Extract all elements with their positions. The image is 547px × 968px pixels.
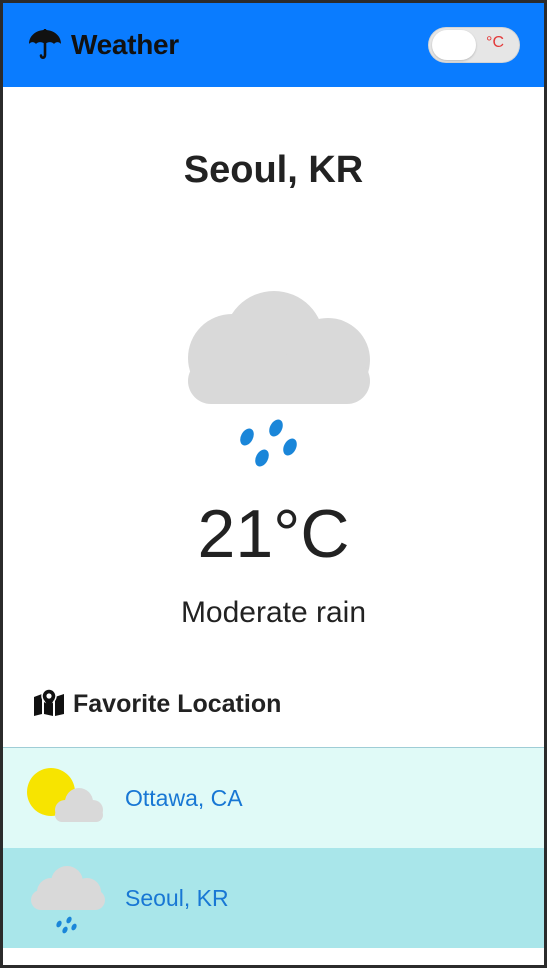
unit-toggle-label: °C <box>486 34 504 51</box>
umbrella-icon <box>27 27 63 63</box>
sun-cloud-icon <box>25 762 109 834</box>
favorites-heading: Favorite Location <box>3 688 544 747</box>
favorite-item-ottawa[interactable]: Ottawa, CA <box>3 748 544 848</box>
cloud-rain-icon <box>25 862 109 934</box>
favorites-list: Ottawa, CA Seoul, KR <box>3 747 544 948</box>
app-header: Weather °C <box>3 3 544 87</box>
toggle-knob <box>432 30 476 60</box>
favorite-item-label: Ottawa, CA <box>125 784 243 811</box>
favorite-item-label: Seoul, KR <box>125 884 229 911</box>
map-marker-icon <box>33 688 65 721</box>
brand: Weather <box>27 27 179 63</box>
weather-description: Moderate rain <box>180 596 367 629</box>
unit-toggle[interactable]: °C <box>428 27 520 63</box>
app-frame: Weather °C Seoul, KR 21°C Moderate rain … <box>0 0 547 968</box>
cloud-rain-icon <box>3 288 544 470</box>
favorites-section: Favorite Location Ottawa, CA Seoul, KR <box>3 688 544 948</box>
favorite-item-seoul[interactable]: Seoul, KR <box>3 848 544 948</box>
current-weather: Seoul, KR 21°C Moderate rain <box>3 149 544 630</box>
current-city: Seoul, KR <box>183 149 364 191</box>
app-title: Weather <box>71 29 179 60</box>
favorites-heading-text: Favorite Location <box>73 690 282 718</box>
current-temperature: 21°C <box>197 496 350 572</box>
